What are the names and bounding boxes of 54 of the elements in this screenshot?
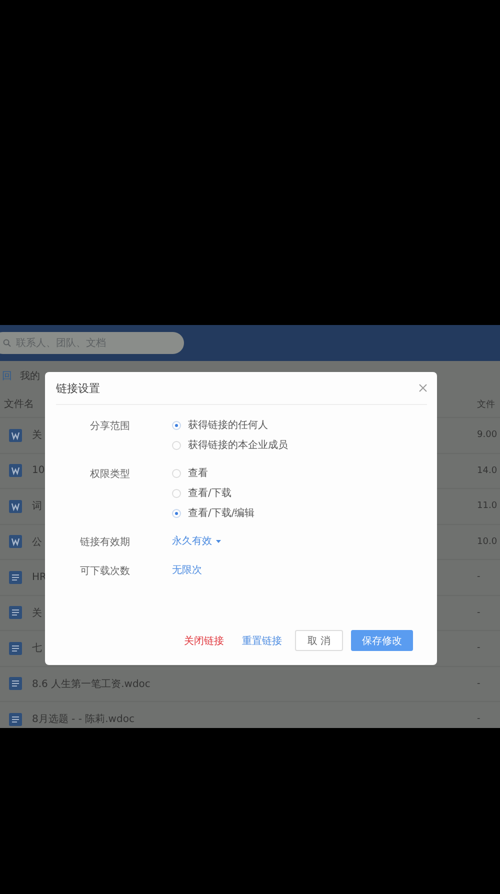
option-label: 查看/下载 bbox=[188, 486, 232, 500]
file-name[interactable]: HR bbox=[32, 572, 46, 583]
expiry-dropdown[interactable]: 永久有效 bbox=[172, 534, 221, 548]
file-name[interactable]: 七 bbox=[32, 641, 42, 656]
field-label: 分享范围 bbox=[89, 420, 130, 434]
document-icon bbox=[9, 464, 22, 478]
document-icon bbox=[9, 535, 22, 548]
option-label: 查看/下载/编辑 bbox=[188, 506, 255, 520]
document-icon bbox=[9, 712, 22, 726]
save-button[interactable]: 保存修改 bbox=[351, 630, 413, 651]
file-name[interactable]: 8.6 人生第一笔工资.wdoc bbox=[32, 676, 150, 691]
file-name[interactable]: 关 bbox=[32, 606, 42, 620]
field-label: 链接有效期 bbox=[79, 536, 130, 549]
caret-icon bbox=[216, 540, 221, 542]
close-link-button[interactable]: 关闭链接 bbox=[179, 630, 229, 651]
option-label: 获得链接的本企业成员 bbox=[188, 438, 288, 452]
document-icon bbox=[9, 428, 22, 442]
back-link[interactable]: 回 bbox=[2, 369, 12, 383]
table-cell-text: 9.00 bbox=[477, 430, 498, 440]
table-cell-text: - bbox=[477, 572, 482, 582]
reset-link-button[interactable]: 重置链接 bbox=[237, 630, 287, 651]
field-label: 可下载次数 bbox=[79, 564, 130, 578]
file-name[interactable]: 词 bbox=[32, 499, 42, 514]
radio-button[interactable] bbox=[172, 440, 181, 450]
table-cell-text: 11.0 bbox=[477, 501, 498, 512]
radio-button[interactable] bbox=[172, 468, 181, 478]
table-cell-text: 14.0 bbox=[477, 466, 498, 476]
document-icon bbox=[9, 642, 22, 655]
table-cell-text: - bbox=[477, 714, 482, 724]
close-icon[interactable] bbox=[419, 384, 427, 392]
file-name[interactable]: 10 bbox=[32, 465, 45, 476]
breadcrumb-item[interactable]: 我的 bbox=[20, 369, 40, 383]
table-cell-text: - bbox=[477, 678, 482, 689]
table-cell-text: - bbox=[477, 608, 482, 618]
radio-button[interactable] bbox=[172, 508, 181, 518]
document-icon bbox=[9, 570, 22, 584]
radio-button[interactable] bbox=[172, 488, 181, 498]
option-label: 获得链接的任何人 bbox=[188, 418, 268, 432]
document-icon bbox=[9, 606, 22, 620]
file-name[interactable]: 公 bbox=[32, 534, 42, 549]
document-icon bbox=[9, 500, 22, 513]
download-limit-link[interactable]: 无限次 bbox=[172, 563, 202, 577]
option-label: 查看 bbox=[188, 466, 208, 480]
file-name[interactable]: 关 bbox=[32, 428, 42, 442]
cancel-button[interactable]: 取 消 bbox=[295, 630, 343, 651]
table-cell-text: - bbox=[477, 643, 482, 654]
field-label: 权限类型 bbox=[89, 468, 130, 482]
document-icon bbox=[9, 677, 22, 690]
column-header: 文件 bbox=[477, 398, 496, 410]
table-cell-text: 10.0 bbox=[477, 536, 498, 547]
file-name[interactable]: 8月选题 - - 陈莉.wdoc bbox=[32, 712, 134, 726]
dialog-title: 链接设置 bbox=[56, 380, 100, 396]
column-header: 文件名 bbox=[4, 398, 34, 411]
radio-button[interactable] bbox=[172, 420, 181, 430]
